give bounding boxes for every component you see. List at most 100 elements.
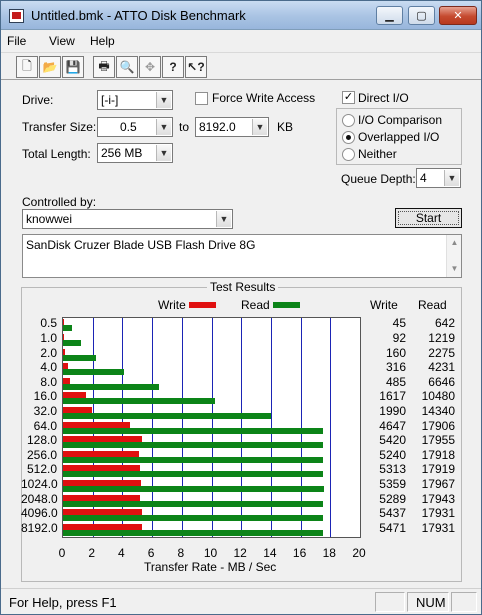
- write-value: 5471: [379, 520, 406, 535]
- direct-io-checkbox[interactable]: ✓: [342, 91, 355, 104]
- total-length-label: Total Length:: [22, 147, 91, 161]
- description-scrollbar[interactable]: ▲ ▼: [446, 235, 461, 277]
- test-results-title: Test Results: [207, 280, 279, 294]
- force-write-access-checkbox[interactable]: [195, 92, 208, 105]
- close-icon: ✕: [453, 10, 463, 22]
- read-column-header: Read: [418, 298, 447, 312]
- queue-depth-label: Queue Depth:: [341, 172, 416, 186]
- read-bar: [63, 383, 160, 390]
- write-column-header: Write: [370, 298, 398, 312]
- maximize-button[interactable]: ▢: [408, 6, 435, 25]
- read-bar: [63, 339, 81, 346]
- x-tick-label: 12: [233, 546, 247, 560]
- new-button[interactable]: 🗋: [16, 56, 38, 78]
- minimize-icon: ▁: [385, 10, 394, 22]
- read-bar: [63, 325, 73, 332]
- write-value: 5437: [379, 506, 406, 521]
- print-button[interactable]: 🖶: [93, 56, 115, 78]
- save-icon: 💾: [65, 60, 81, 74]
- transfer-to-select[interactable]: 8192.0 ▼: [195, 117, 269, 137]
- title-bar[interactable]: Untitled.bmk - ATTO Disk Benchmark ▁ ▢ ✕: [1, 1, 481, 30]
- read-value: 17931: [421, 520, 455, 535]
- read-value: 17919: [421, 462, 455, 477]
- close-button[interactable]: ✕: [439, 6, 477, 25]
- transfer-from-select[interactable]: 0.5 ▼: [97, 117, 173, 137]
- read-bar: [63, 471, 323, 478]
- move-icon: ✥: [144, 60, 156, 74]
- menu-help[interactable]: Help: [90, 34, 115, 48]
- read-value: 10480: [421, 389, 455, 404]
- read-bar: [63, 427, 323, 434]
- x-tick-label: 0: [58, 546, 66, 560]
- chevron-down-icon: ▼: [444, 170, 459, 186]
- legend-read-swatch: [273, 302, 300, 308]
- write-value: 5313: [379, 462, 406, 477]
- menu-view[interactable]: View: [49, 34, 75, 48]
- transfer-to-label: to: [179, 120, 190, 134]
- y-tick-label: 1.0: [40, 330, 57, 345]
- controlled-by-value: knowwei: [26, 212, 73, 226]
- read-value: 17943: [421, 491, 455, 506]
- move-button[interactable]: ✥: [139, 56, 161, 78]
- y-tick-label: 8192.0: [21, 520, 58, 535]
- transfer-to-value: 8192.0: [199, 120, 236, 134]
- radio-neither-label: Neither: [358, 147, 397, 161]
- radio-neither[interactable]: [342, 148, 355, 161]
- x-tick-label: 18: [322, 546, 336, 560]
- controlled-by-label: Controlled by:: [22, 195, 97, 209]
- help-icon: ?: [169, 60, 177, 74]
- x-axis-title: Transfer Rate - MB / Sec: [144, 560, 277, 574]
- controlled-by-select[interactable]: knowwei ▼: [22, 209, 233, 229]
- save-button[interactable]: 💾: [62, 56, 84, 78]
- write-value: 160: [385, 345, 406, 360]
- read-bar: [63, 485, 324, 492]
- legend-read-label: Read: [241, 298, 270, 312]
- write-value: 5240: [379, 447, 406, 462]
- radio-io-comparison-label: I/O Comparison: [358, 113, 443, 127]
- menu-file[interactable]: File: [7, 34, 26, 48]
- read-value: 17967: [421, 476, 455, 491]
- grid-line: [330, 318, 331, 537]
- scroll-up-icon[interactable]: ▲: [447, 236, 462, 250]
- description-textarea[interactable]: SanDisk Cruzer Blade USB Flash Drive 8G …: [22, 234, 462, 278]
- y-tick-label: 2.0: [40, 345, 57, 360]
- y-tick-label: 128.0: [26, 433, 57, 448]
- window-title: Untitled.bmk - ATTO Disk Benchmark: [31, 8, 246, 23]
- print-preview-icon: 🔍: [119, 60, 135, 74]
- status-panel-num: NUM: [407, 592, 449, 612]
- read-bar: [63, 529, 324, 536]
- total-length-select[interactable]: 256 MB ▼: [97, 143, 173, 163]
- print-icon: 🖶: [98, 58, 110, 73]
- read-value: 6646: [428, 374, 455, 389]
- y-tick-label: 16.0: [33, 389, 57, 404]
- open-button[interactable]: 📂: [39, 56, 61, 78]
- start-button[interactable]: Start: [395, 208, 462, 228]
- total-length-value: 256 MB: [101, 146, 143, 160]
- read-bar: [63, 500, 324, 507]
- print-preview-button[interactable]: 🔍: [116, 56, 138, 78]
- y-tick-label: 512.0: [26, 462, 57, 477]
- status-panel-caps: [375, 592, 405, 612]
- read-value: 1219: [428, 330, 455, 345]
- context-help-button[interactable]: ↖?: [185, 56, 207, 78]
- queue-depth-select[interactable]: 4 ▼: [416, 168, 461, 188]
- status-num: NUM: [416, 595, 446, 610]
- minimize-button[interactable]: ▁: [376, 6, 403, 25]
- scroll-down-icon[interactable]: ▼: [447, 262, 462, 276]
- drive-value: [-i-]: [101, 93, 119, 107]
- write-value: 485: [385, 374, 406, 389]
- radio-io-comparison[interactable]: [342, 114, 355, 127]
- radio-overlapped-io[interactable]: [342, 131, 355, 144]
- write-value: 5289: [379, 491, 406, 506]
- x-tick-label: 20: [352, 546, 366, 560]
- drive-select[interactable]: [-i-] ▼: [97, 90, 173, 110]
- chevron-down-icon: ▼: [156, 145, 171, 161]
- chevron-down-icon: ▼: [252, 119, 267, 135]
- y-tick-label: 4.0: [40, 360, 57, 375]
- help-button[interactable]: ?: [162, 56, 184, 78]
- y-tick-label: 8.0: [40, 374, 57, 389]
- toolbar: 🗋 📂 💾 🖶 🔍 ✥ ? ↖?: [1, 52, 481, 80]
- x-tick-label: 16: [292, 546, 307, 560]
- transfer-unit: KB: [277, 120, 294, 134]
- open-icon: 📂: [42, 60, 58, 74]
